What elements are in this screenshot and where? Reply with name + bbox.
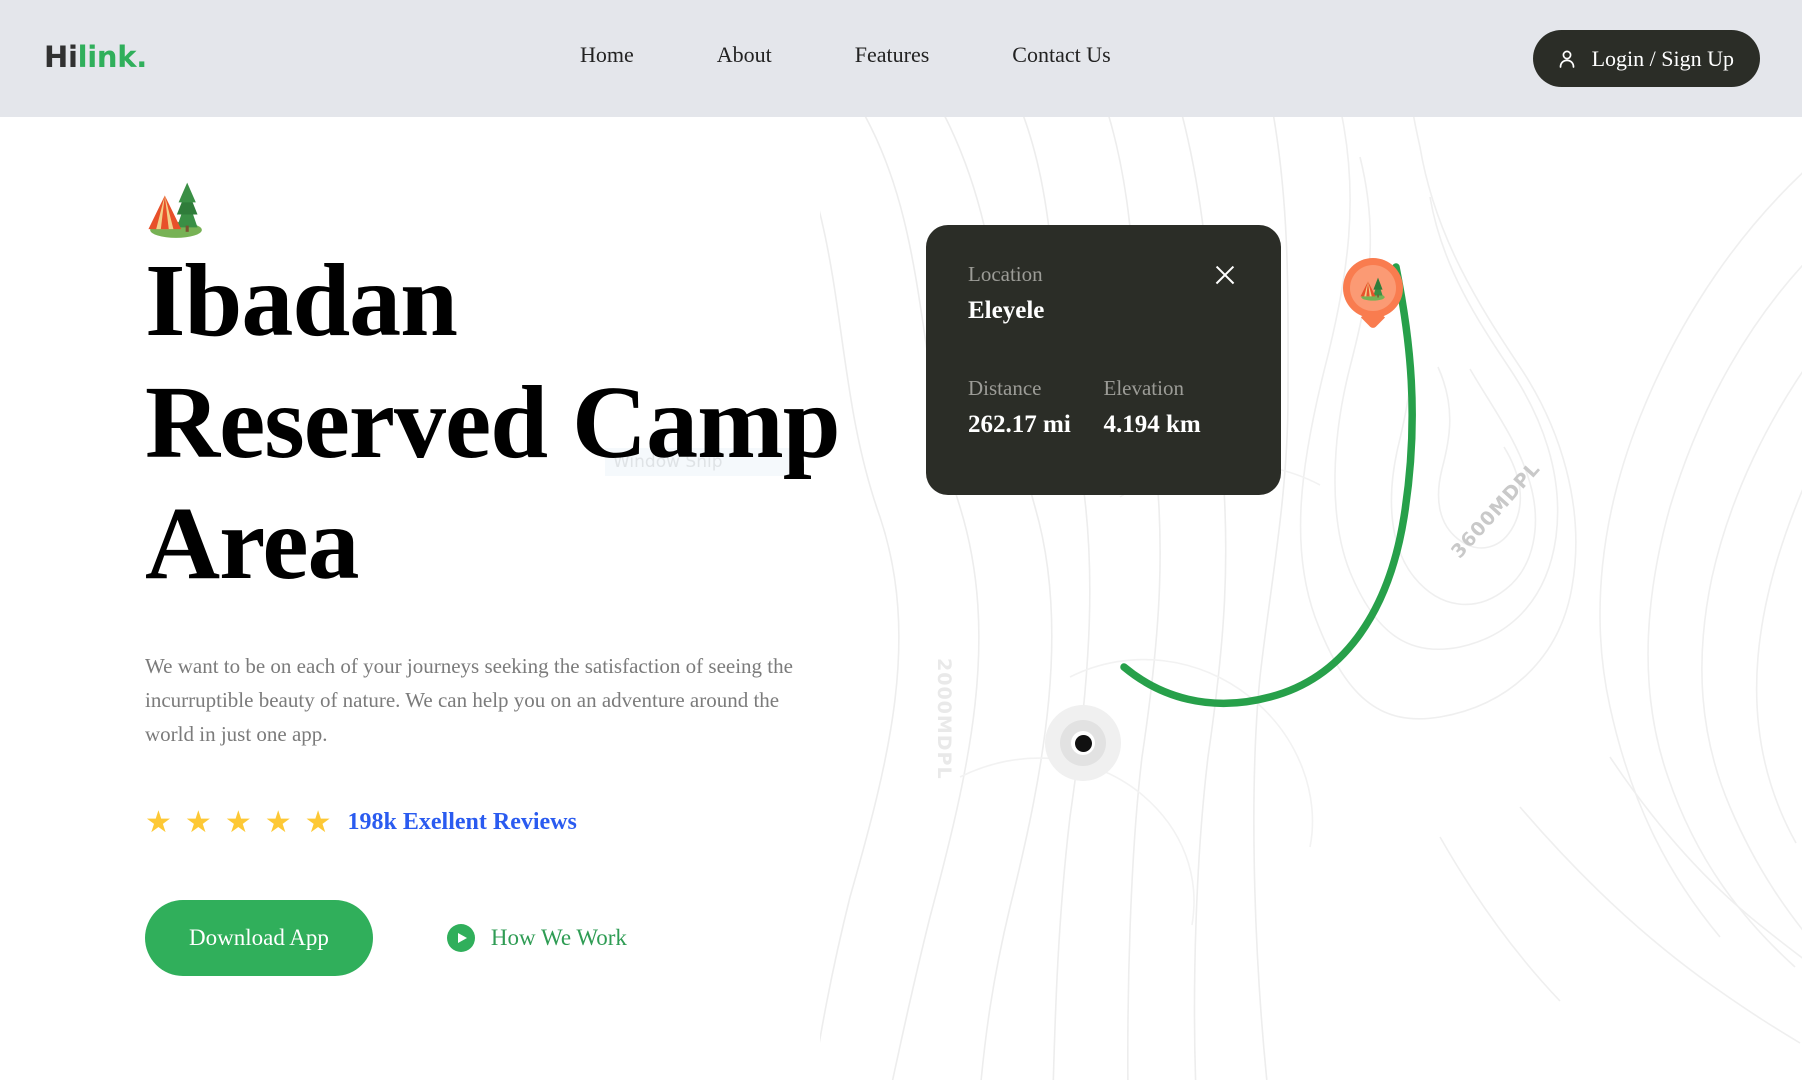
star-icon: ★ <box>224 805 252 839</box>
login-signup-button[interactable]: Login / Sign Up <box>1532 30 1760 87</box>
origin-marker[interactable] <box>1045 705 1121 781</box>
main-navigation: Home About Features Contact Us <box>580 38 1111 72</box>
info-card-metrics: Distance 262.17 mi Elevation 4.194 km <box>968 375 1240 439</box>
nav-item-about[interactable]: About <box>717 38 772 72</box>
page-root: 2000MDPL 3600MDPL Location Eleyele Dista… <box>0 0 1802 1080</box>
distance-label: Distance <box>968 375 1042 400</box>
origin-marker-core <box>1074 734 1092 752</box>
hero-section: Ibadan Reserved Camp Area We want to be … <box>145 180 865 976</box>
star-icon: ★ <box>264 805 292 839</box>
user-icon <box>1559 50 1574 68</box>
page-title: Ibadan Reserved Camp Area <box>145 243 841 602</box>
star-icon: ★ <box>304 805 332 839</box>
map-elevation-label-2000: 2000MDPL <box>933 658 955 780</box>
nav-item-contact-us[interactable]: Contact Us <box>1012 38 1110 72</box>
reviews-block: ★ ★ ★ ★ ★ 198k Exellent Reviews <box>145 805 865 839</box>
elevation-block: Elevation 4.194 km <box>1103 375 1240 439</box>
origin-marker-inner <box>1071 731 1095 755</box>
nav-item-features[interactable]: Features <box>855 38 930 72</box>
origin-marker-ring <box>1060 720 1106 766</box>
location-block: Location Eleyele <box>968 262 1045 325</box>
how-we-work-label: How We Work <box>490 924 627 950</box>
hero-description: We want to be on each of your journeys s… <box>145 654 793 747</box>
camping-tent-emoji <box>148 182 202 238</box>
location-info-card: Location Eleyele Distance 262.17 mi Elev… <box>926 225 1281 495</box>
location-label: Location <box>968 262 1043 286</box>
brand-logo-part1: Hi <box>44 40 78 74</box>
camp-location-pin[interactable] <box>1343 258 1403 318</box>
download-app-button[interactable]: Download App <box>145 899 373 976</box>
close-icon[interactable] <box>1211 261 1239 289</box>
distance-block: Distance 262.17 mi <box>968 375 1104 439</box>
star-rating: ★ ★ ★ ★ ★ <box>145 805 332 839</box>
camp-pin-bulb <box>1343 258 1403 318</box>
camp-pin-halo <box>1350 265 1396 311</box>
star-icon: ★ <box>145 805 172 839</box>
elevation-value: 4.194 km <box>1103 410 1201 438</box>
cta-row: Download App How We Work <box>145 899 865 976</box>
play-icon <box>446 923 475 952</box>
how-we-work-link[interactable]: How We Work <box>446 923 627 952</box>
distance-value: 262.17 mi <box>968 410 1071 438</box>
login-signup-label: Login / Sign Up <box>1591 45 1734 71</box>
star-icon: ★ <box>184 805 212 839</box>
camping-tent-icon <box>1360 277 1385 301</box>
elevation-label: Elevation <box>1103 375 1184 400</box>
info-card-header: Location Eleyele <box>968 261 1239 325</box>
location-value: Eleyele <box>968 297 1045 325</box>
brand-logo[interactable]: Hilink. <box>44 40 147 74</box>
nav-item-home[interactable]: Home <box>580 38 634 72</box>
site-header: Hilink. Home About Features Contact Us L… <box>0 0 1802 117</box>
brand-logo-part2: link. <box>77 40 148 74</box>
reviews-count-label: 198k Exellent Reviews <box>347 809 577 836</box>
